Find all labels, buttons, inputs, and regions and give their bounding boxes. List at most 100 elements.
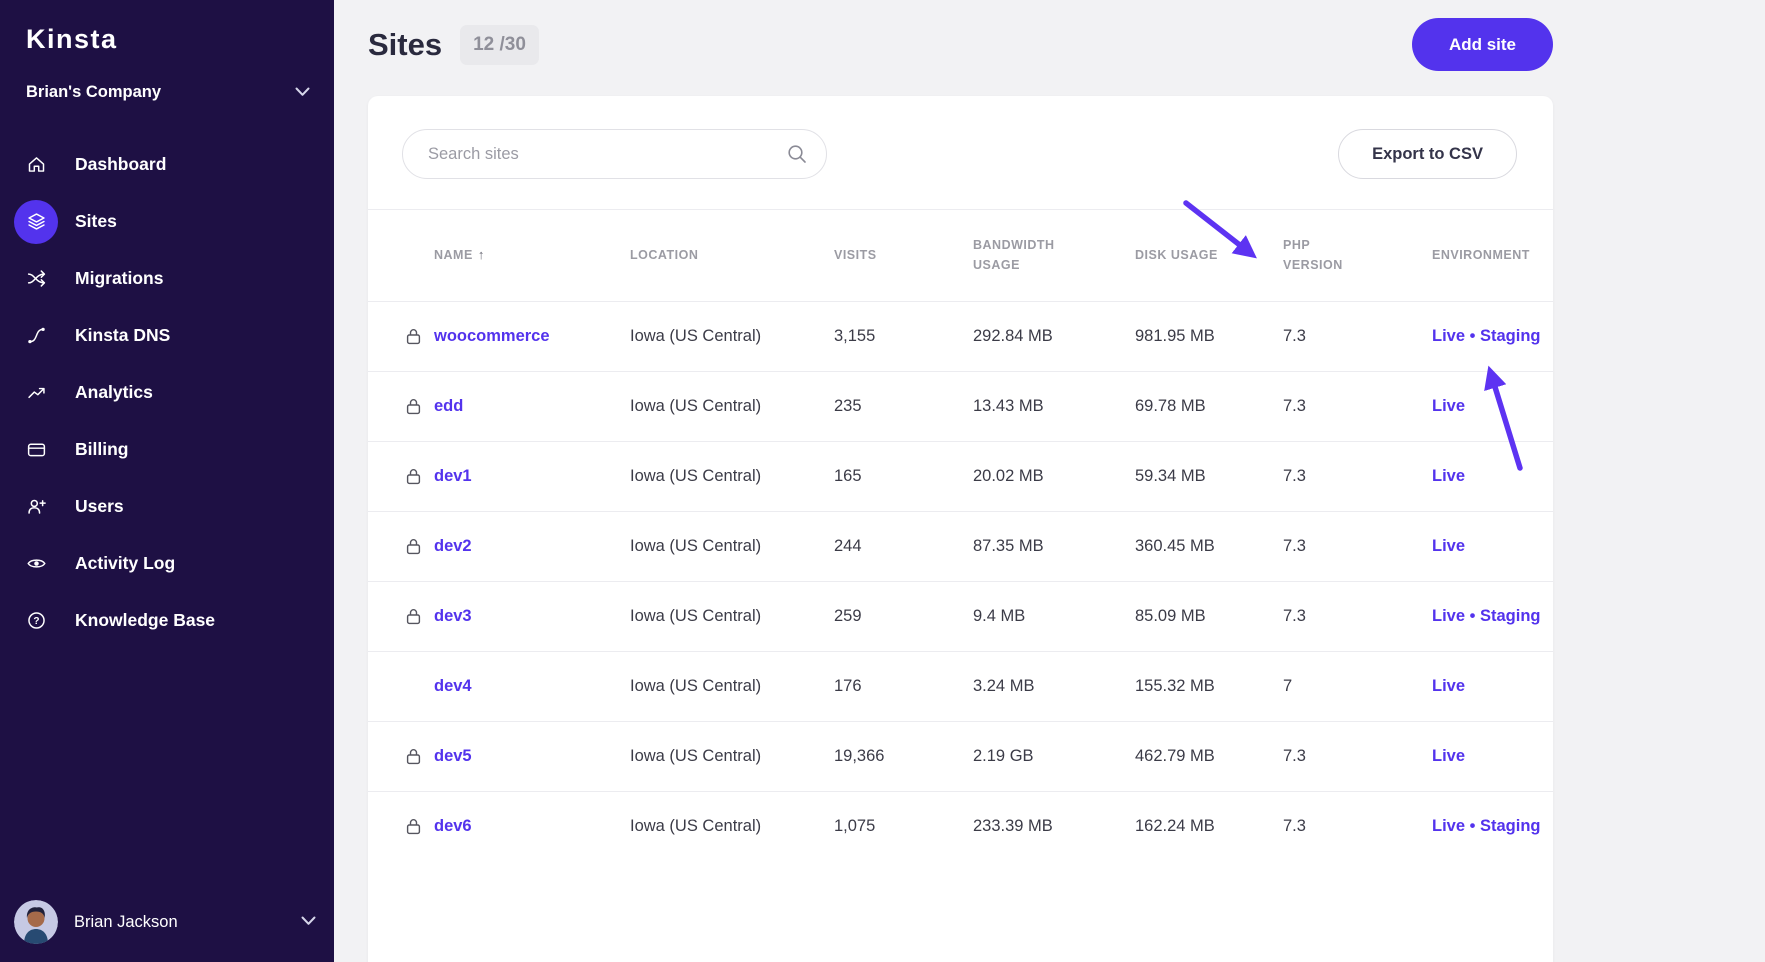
sidebar-item-activity-log[interactable]: Activity Log (0, 535, 334, 592)
column-header-visits[interactable]: VISITS (834, 246, 973, 265)
sidebar-item-label: Sites (75, 211, 117, 231)
site-location: Iowa (US Central) (630, 327, 762, 345)
site-bandwidth: 20.02 MB (973, 467, 1044, 485)
sites-count-badge: 12 /30 (460, 24, 539, 65)
site-environments: Live • Staging (1432, 817, 1553, 836)
site-location: Iowa (US Central) (630, 817, 762, 835)
site-bandwidth: 9.4 MB (973, 607, 1026, 625)
column-header-php-version[interactable]: PHP VERSION (1283, 236, 1432, 275)
site-visits: 19,366 (834, 747, 885, 765)
sidebar-item-label: Analytics (75, 382, 153, 402)
environment-link-live[interactable]: Live (1432, 747, 1465, 765)
sidebar-item-label: Activity Log (75, 553, 176, 573)
site-disk-usage: 155.32 MB (1135, 677, 1215, 695)
svg-text:?: ? (33, 616, 39, 627)
site-name: dev2 (434, 537, 630, 556)
export-csv-button[interactable]: Export to CSV (1338, 129, 1517, 179)
site-name-link[interactable]: dev5 (434, 747, 472, 765)
env-separator: • (1465, 817, 1480, 835)
environment-link-live[interactable]: Live (1432, 817, 1465, 835)
site-bandwidth: 3.24 MB (973, 677, 1035, 695)
column-header-disk-usage[interactable]: DISK USAGE (1135, 246, 1283, 265)
environment-link-staging[interactable]: Staging (1480, 817, 1541, 835)
column-header-name[interactable]: NAME ↑ (434, 246, 630, 265)
company-switcher[interactable]: Brian's Company (26, 83, 310, 102)
site-environments: Live (1432, 467, 1553, 486)
site-name-link[interactable]: dev2 (434, 537, 472, 555)
page-title: Sites (368, 26, 443, 62)
site-php-version: 7.3 (1283, 537, 1306, 555)
site-visits: 176 (834, 677, 862, 695)
sidebar-item-knowledge-base[interactable]: ? Knowledge Base (0, 592, 334, 649)
sidebar-item-migrations[interactable]: Migrations (0, 250, 334, 307)
site-disk-usage: 162.24 MB (1135, 817, 1215, 835)
environment-link-live[interactable]: Live (1432, 467, 1465, 485)
sidebar-item-analytics[interactable]: Analytics (0, 364, 334, 421)
search-input[interactable] (402, 129, 827, 179)
dns-icon (14, 314, 58, 358)
environment-link-staging[interactable]: Staging (1480, 327, 1541, 345)
site-bandwidth: 13.43 MB (973, 397, 1044, 415)
sidebar-item-kinsta-dns[interactable]: Kinsta DNS (0, 307, 334, 364)
site-location: Iowa (US Central) (630, 467, 762, 485)
site-location: Iowa (US Central) (630, 677, 762, 695)
environment-link-live[interactable]: Live (1432, 397, 1465, 415)
site-name-link[interactable]: edd (434, 397, 463, 415)
site-name-link[interactable]: dev3 (434, 607, 472, 625)
site-visits: 1,075 (834, 817, 876, 835)
site-name-link[interactable]: dev1 (434, 467, 472, 485)
site-bandwidth: 87.35 MB (973, 537, 1044, 555)
environment-link-live[interactable]: Live (1432, 607, 1465, 625)
column-header-bandwidth-usage[interactable]: BANDWIDTH USAGE (973, 236, 1135, 275)
search-icon (787, 144, 807, 169)
table-row[interactable]: dev5 Iowa (US Central) 19,366 2.19 GB 462.79… (368, 721, 1553, 791)
sidebar: Kinsta Brian's Company Dashboard Sites Mig… (0, 0, 334, 962)
site-disk-usage: 981.95 MB (1135, 327, 1215, 345)
site-name: dev5 (434, 747, 630, 766)
table-header: NAME ↑ LOCATION VISITS BANDWIDTH USAGE DISK U… (368, 210, 1553, 301)
site-name: dev6 (434, 817, 630, 836)
environment-link-live[interactable]: Live (1432, 677, 1465, 695)
site-name-link[interactable]: woocommerce (434, 327, 550, 345)
sidebar-item-sites[interactable]: Sites (0, 193, 334, 250)
table-row[interactable]: woocommerce Iowa (US Central) 3,155 292.84 … (368, 301, 1553, 371)
table-row[interactable]: dev4 Iowa (US Central) 176 3.24 MB 155.32 MB… (368, 651, 1553, 721)
environment-link-staging[interactable]: Staging (1480, 607, 1541, 625)
user-menu[interactable]: Brian Jackson (14, 900, 316, 944)
site-php-version: 7.3 (1283, 817, 1306, 835)
site-bandwidth: 2.19 GB (973, 747, 1034, 765)
sidebar-item-label: Dashboard (75, 154, 167, 174)
knowledge-icon: ? (14, 599, 58, 643)
sidebar-nav: Dashboard Sites Migrations Kinsta DNS Analyt… (0, 136, 334, 649)
sidebar-item-billing[interactable]: Billing (0, 421, 334, 478)
site-php-version: 7 (1283, 677, 1293, 695)
table-row[interactable]: edd Iowa (US Central) 235 13.43 MB 69.78 MB 7… (368, 371, 1553, 441)
column-header-environment[interactable]: ENVIRONMENT (1432, 246, 1553, 265)
chevron-down-icon (295, 83, 310, 102)
env-separator: • (1465, 327, 1480, 345)
site-visits: 259 (834, 607, 862, 625)
site-environments: Live (1432, 397, 1553, 416)
site-bandwidth: 292.84 MB (973, 327, 1053, 345)
site-name-link[interactable]: dev6 (434, 817, 472, 835)
environment-link-live[interactable]: Live (1432, 537, 1465, 555)
sites-card: Export to CSV NAME↑LOCATIONVISITSBANDWID… (368, 96, 1553, 962)
site-php-version: 7.3 (1283, 747, 1306, 765)
sidebar-item-label: Migrations (75, 268, 164, 288)
table-row[interactable]: dev2 Iowa (US Central) 244 87.35 MB 360.45 M… (368, 511, 1553, 581)
sites-table: woocommerce Iowa (US Central) 3,155 292.84 … (368, 301, 1553, 861)
main-area: Sites 12 /30 Add site Export to CSV NAME… (334, 0, 1765, 962)
sidebar-item-label: Users (75, 496, 124, 516)
add-site-button[interactable]: Add site (1411, 18, 1553, 71)
billing-icon (14, 428, 58, 472)
table-row[interactable]: dev6 Iowa (US Central) 1,075 233.39 MB 162.2… (368, 791, 1553, 861)
environment-link-live[interactable]: Live (1432, 327, 1465, 345)
column-header-location[interactable]: LOCATION (630, 246, 834, 265)
sidebar-item-users[interactable]: Users (0, 478, 334, 535)
avatar (14, 900, 58, 944)
table-row[interactable]: dev1 Iowa (US Central) 165 20.02 MB 59.34 MB… (368, 441, 1553, 511)
sidebar-item-dashboard[interactable]: Dashboard (0, 136, 334, 193)
site-disk-usage: 360.45 MB (1135, 537, 1215, 555)
site-name-link[interactable]: dev4 (434, 677, 472, 695)
table-row[interactable]: dev3 Iowa (US Central) 259 9.4 MB 85.09 MB 7.… (368, 581, 1553, 651)
